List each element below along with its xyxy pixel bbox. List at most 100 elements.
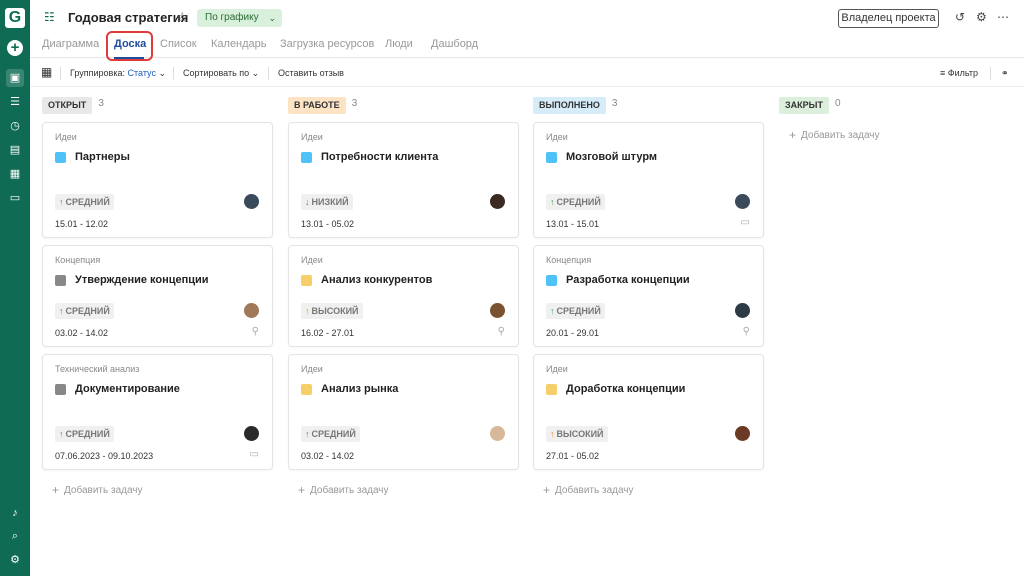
chat-icon[interactable]: ▭ — [6, 189, 24, 207]
task-card[interactable]: Идеи Мозговой штурм ↑ СРЕДНИЙ 13.01 - 15.01 ▭ — [533, 122, 764, 238]
grouping-label: Группировка: — [70, 68, 125, 78]
task-title[interactable]: Потребности клиента — [321, 151, 438, 163]
task-dates: 03.02 - 14.02 — [55, 328, 109, 338]
column-status-badge[interactable]: В РАБОТЕ — [288, 97, 346, 114]
more-icon[interactable]: ⋯ — [997, 10, 1009, 24]
app-logo[interactable]: G — [5, 8, 25, 28]
column-status-badge[interactable]: ЗАКРЫТ — [779, 97, 829, 114]
priority-badge[interactable]: ↑ СРЕДНИЙ — [301, 426, 360, 442]
task-dates: 07.06.2023 - 09.10.2023 — [55, 451, 154, 461]
comment-icon[interactable]: ▭ — [250, 449, 259, 460]
tab-diagram[interactable]: Диаграмма — [42, 38, 99, 50]
task-card[interactable]: Идеи Анализ конкурентов ↑ ВЫСОКИЙ 16.02 - 27… — [288, 245, 519, 347]
star-icon[interactable]: ☆ — [176, 9, 189, 26]
task-category: Идеи — [301, 255, 323, 265]
task-dates: 16.02 - 27.01 — [301, 328, 355, 338]
settings-icon[interactable]: ⚙ — [6, 551, 24, 569]
task-dates: 13.01 - 05.02 — [301, 219, 355, 229]
filter-button[interactable]: ≡ Фильтр — [940, 68, 978, 78]
bell-icon[interactable]: ♪ — [6, 504, 24, 522]
list-icon[interactable]: ☰ — [6, 93, 24, 111]
priority-badge[interactable]: ↑ СРЕДНИЙ — [55, 194, 114, 210]
priority-arrow-icon: ↓ — [305, 197, 310, 207]
task-title[interactable]: Анализ рынка — [321, 383, 398, 395]
task-dates: 27.01 - 05.02 — [546, 451, 600, 461]
assignee-avatar[interactable] — [244, 303, 259, 318]
task-title[interactable]: Мозговой штурм — [566, 151, 657, 163]
task-title[interactable]: Утверждение концепции — [75, 274, 209, 286]
priority-arrow-icon: ↑ — [305, 306, 310, 316]
feedback-link[interactable]: Оставить отзыв — [278, 68, 344, 78]
task-title[interactable]: Доработка концепции — [566, 383, 685, 395]
column-status-badge[interactable]: ВЫПОЛНЕНО — [533, 97, 606, 114]
tab-calendar[interactable]: Календарь — [211, 38, 267, 50]
column-status-badge[interactable]: ОТКРЫТ — [42, 97, 93, 114]
tab-resource-load[interactable]: Загрузка ресурсов — [280, 38, 374, 50]
grouping-dropdown[interactable]: Группировка: Статус ⌄ — [70, 68, 166, 79]
clock-icon[interactable]: ◷ — [6, 117, 24, 135]
paperclip-icon[interactable]: ⚲ — [498, 326, 505, 337]
task-card[interactable]: Идеи Потребности клиента ↓ НИЗКИЙ 13.01 - 05… — [288, 122, 519, 238]
priority-label: СРЕДНИЙ — [65, 197, 110, 207]
task-color-square — [55, 384, 66, 395]
task-card[interactable]: Идеи Доработка концепции ↑ ВЫСОКИЙ 27.01 - 0… — [533, 354, 764, 470]
priority-badge[interactable]: ↓ НИЗКИЙ — [301, 194, 353, 210]
column-count: 0 — [834, 98, 841, 109]
add-task-button[interactable]: + Добавить задачу — [543, 483, 634, 497]
search-icon[interactable]: ⌕ — [6, 527, 24, 545]
task-title[interactable]: Документирование — [75, 383, 180, 395]
tab-list[interactable]: Список — [160, 38, 197, 50]
add-task-button[interactable]: + Добавить задачу — [298, 483, 389, 497]
priority-badge[interactable]: ↑ СРЕДНИЙ — [546, 194, 605, 210]
assignee-avatar[interactable] — [490, 194, 505, 209]
column-header: ОТКРЫТ 3 — [42, 95, 104, 114]
folder-icon[interactable]: ▣ — [6, 69, 24, 87]
paperclip-icon[interactable]: ⚲ — [743, 326, 750, 337]
column-header: ЗАКРЫТ 0 — [779, 95, 841, 114]
grid-icon[interactable]: ▦ — [6, 165, 24, 183]
project-status-dropdown[interactable]: По графику ⌄ — [197, 9, 282, 27]
tab-dashboard[interactable]: Дашборд — [431, 38, 478, 50]
plus-icon: + — [298, 483, 306, 497]
task-title[interactable]: Анализ конкурентов — [321, 274, 432, 286]
link-icon[interactable]: ⚭ — [1001, 68, 1009, 79]
calendar-icon[interactable]: ▦ — [41, 65, 52, 79]
task-color-square — [55, 275, 66, 286]
chevron-down-icon: ⌄ — [268, 13, 276, 23]
task-card[interactable]: Технический анализ Документирование ↑ СРЕДН… — [42, 354, 273, 470]
assignee-avatar[interactable] — [490, 303, 505, 318]
sort-dropdown[interactable]: Сортировать по ⌄ — [183, 68, 259, 79]
task-card[interactable]: Идеи Анализ рынка ↑ СРЕДНИЙ 03.02 - 14.02 — [288, 354, 519, 470]
priority-badge[interactable]: ↑ ВЫСОКИЙ — [546, 426, 608, 442]
priority-badge[interactable]: ↑ ВЫСОКИЙ — [301, 303, 363, 319]
task-color-square — [301, 152, 312, 163]
column-header: В РАБОТЕ 3 — [288, 95, 357, 114]
gear-icon[interactable]: ⚙ — [976, 10, 987, 24]
assignee-avatar[interactable] — [244, 426, 259, 441]
project-owner-button[interactable]: Владелец проекта — [838, 9, 939, 28]
task-color-square — [546, 275, 557, 286]
assignee-avatar[interactable] — [244, 194, 259, 209]
priority-label: ВЫСОКИЙ — [556, 429, 604, 439]
task-card[interactable]: Концепция Утверждение концепции ↑ СРЕДНИЙ 03… — [42, 245, 273, 347]
add-task-button[interactable]: + Добавить задачу — [789, 128, 880, 142]
task-title[interactable]: Партнеры — [75, 151, 130, 163]
assignee-avatar[interactable] — [735, 194, 750, 209]
task-card[interactable]: Концепция Разработка концепции ↑ СРЕДНИЙ 20.… — [533, 245, 764, 347]
assignee-avatar[interactable] — [735, 303, 750, 318]
history-icon[interactable]: ↺ — [955, 10, 965, 24]
board-toolbar: ▦ Группировка: Статус ⌄ Сортировать по ⌄… — [30, 59, 1024, 87]
assignee-avatar[interactable] — [490, 426, 505, 441]
priority-badge[interactable]: ↑ СРЕДНИЙ — [55, 426, 114, 442]
report-icon[interactable]: ▤ — [6, 141, 24, 159]
paperclip-icon[interactable]: ⚲ — [252, 326, 259, 337]
add-task-button[interactable]: + Добавить задачу — [52, 483, 143, 497]
priority-badge[interactable]: ↑ СРЕДНИЙ — [546, 303, 605, 319]
comment-icon[interactable]: ▭ — [741, 217, 750, 228]
tab-people[interactable]: Люди — [385, 38, 413, 50]
priority-badge[interactable]: ↑ СРЕДНИЙ — [55, 303, 114, 319]
assignee-avatar[interactable] — [735, 426, 750, 441]
create-plus-icon[interactable]: + — [7, 40, 23, 56]
task-card[interactable]: Идеи Партнеры ↑ СРЕДНИЙ 15.01 - 12.02 — [42, 122, 273, 238]
task-title[interactable]: Разработка концепции — [566, 274, 690, 286]
